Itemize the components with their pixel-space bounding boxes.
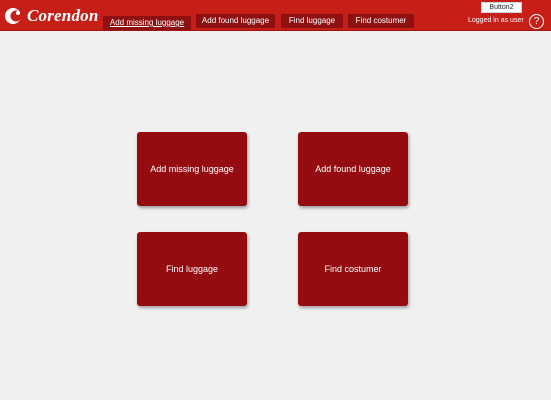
tile-label: Find luggage <box>165 264 219 274</box>
tile-add-found-luggage[interactable]: Add found luggage <box>298 132 408 206</box>
tile-add-missing-luggage[interactable]: Add missing luggage <box>137 132 247 206</box>
corendon-logo: Corendon <box>4 6 99 26</box>
nav-find-luggage[interactable]: Find luggage <box>281 14 343 28</box>
help-button[interactable]: ? <box>529 14 544 29</box>
nav-label: Find luggage <box>288 16 336 25</box>
tile-label: Add found luggage <box>315 164 391 174</box>
logo-mark-icon <box>5 8 22 24</box>
logged-in-label: Logged in as user <box>468 17 524 24</box>
tile-find-costumer[interactable]: Find costumer <box>298 232 408 306</box>
help-icon: ? <box>533 16 540 27</box>
nav-label: Find costumer <box>355 16 407 25</box>
nav-add-found-luggage[interactable]: Add found luggage <box>196 14 275 28</box>
top-bar: Corendon Add missing luggage Add found l… <box>0 0 551 31</box>
tile-label: Add missing luggage <box>150 164 234 174</box>
user-switch-button[interactable]: Button2 <box>481 2 522 13</box>
nav-add-missing-luggage[interactable]: Add missing luggage <box>103 16 191 30</box>
nav-label: Add found luggage <box>201 16 270 25</box>
tile-find-luggage[interactable]: Find luggage <box>137 232 247 306</box>
logo-text: Corendon <box>27 6 99 25</box>
nav-find-costumer[interactable]: Find costumer <box>348 14 414 28</box>
nav-label: Add missing luggage <box>109 18 185 27</box>
tile-label: Find costumer <box>324 264 382 274</box>
